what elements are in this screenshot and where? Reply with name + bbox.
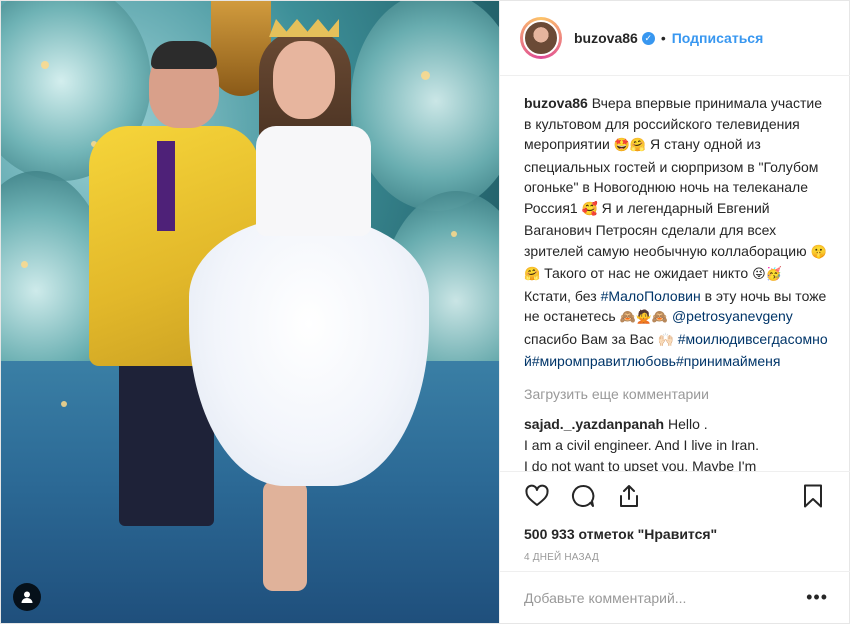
caption-text: Такого от нас не ожидает никто: [544, 265, 749, 281]
post-sidebar: buzova86 ✓ • Подписаться buzova86 Вчера …: [499, 1, 850, 623]
caption-emoji: 😜🥳: [752, 267, 782, 282]
mention-link[interactable]: @petrosyanevgeny: [672, 308, 793, 324]
caption-emoji: 🥰: [581, 201, 598, 217]
share-icon[interactable]: [616, 483, 644, 511]
avatar[interactable]: [520, 17, 562, 59]
bookmark-icon[interactable]: [800, 483, 828, 511]
caption-text: спасибо Вам за Вас: [524, 330, 654, 347]
post-photo[interactable]: [1, 1, 499, 623]
load-more-comments-button[interactable]: Загрузить еще комментарии: [524, 386, 828, 402]
caption: buzova86 Вчера впервые принимала участие…: [524, 93, 828, 372]
comment-icon[interactable]: [570, 483, 598, 511]
comment-username[interactable]: sajad._.yazdanpanah: [524, 416, 664, 432]
verified-badge-icon: ✓: [641, 31, 655, 45]
caption-emoji: 🙌🏻: [657, 332, 674, 348]
post-timestamp[interactable]: 4 ДНЕЙ НАЗАД: [500, 542, 850, 563]
header-dot: •: [660, 30, 666, 46]
post-actions: 500 933 отметок "Нравится" 4 ДНЕЙ НАЗАД: [500, 471, 850, 563]
comment-text: I am a civil engineer. And I live in Ira…: [524, 436, 760, 453]
caption-emoji: 🙈🙅🙈: [619, 310, 669, 325]
header-username[interactable]: buzova86: [574, 30, 638, 46]
add-comment-bar: Добавьте комментарий... •••: [500, 571, 850, 623]
caption-username[interactable]: buzova86: [524, 95, 588, 111]
likes-count[interactable]: 500 933 отметок "Нравится": [500, 512, 850, 542]
comment-text: Hello .: [667, 415, 708, 432]
caption-emoji: 🤩🤗: [613, 138, 647, 153]
heart-icon[interactable]: [524, 483, 552, 511]
post-header: buzova86 ✓ • Подписаться: [500, 1, 850, 76]
comment-input[interactable]: Добавьте комментарий...: [524, 590, 806, 606]
user-tag-icon[interactable]: [13, 583, 41, 611]
follow-button[interactable]: Подписаться: [672, 30, 764, 46]
comments-list[interactable]: buzova86 Вчера впервые принимала участие…: [500, 93, 850, 471]
comment-text: I do not want to upset you. Maybe I'm: [524, 457, 757, 472]
more-options-icon[interactable]: •••: [806, 587, 828, 608]
hashtag-link[interactable]: #МалоПоловин: [601, 288, 701, 304]
comment-item: sajad._.yazdanpanah Hello . I am a civil…: [524, 414, 828, 472]
post-window: buzova86 ✓ • Подписаться buzova86 Вчера …: [0, 0, 850, 624]
caption-text: Кстати, без: [524, 287, 597, 304]
